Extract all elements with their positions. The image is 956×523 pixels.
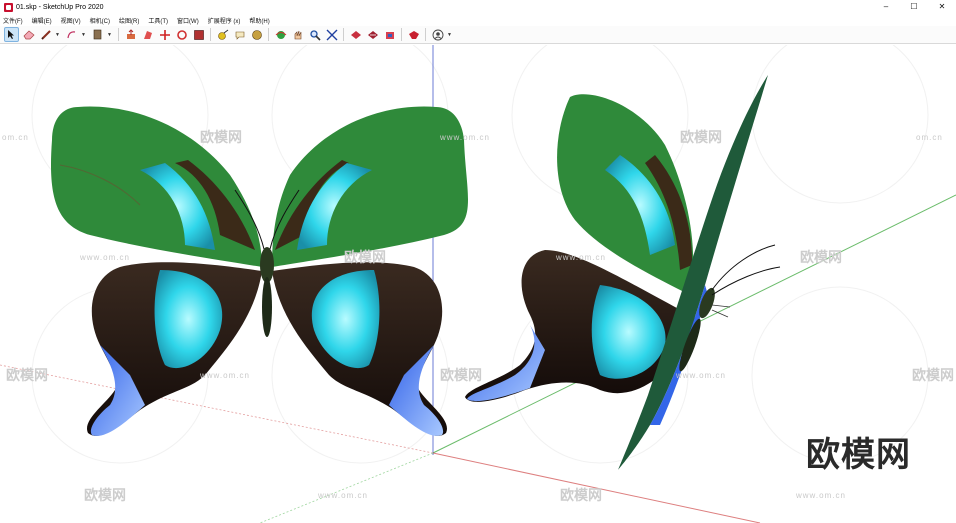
move-icon[interactable] — [157, 27, 172, 42]
watermark-brand: 欧模网 — [6, 367, 48, 383]
rotate-icon[interactable] — [174, 27, 189, 42]
toolbar-separator — [343, 28, 344, 41]
butterfly-front-view — [50, 106, 469, 436]
watermark-brand: 欧模网 — [440, 367, 482, 383]
watermark-brand: 欧模网 — [560, 487, 602, 503]
menu-file[interactable]: 文件(F) — [3, 16, 23, 25]
chevron-down-icon[interactable]: ▼ — [107, 32, 113, 38]
menu-camera[interactable]: 相机(C) — [90, 16, 110, 25]
window-title: 01.skp - SketchUp Pro 2020 — [16, 3, 104, 11]
section-plane-icon[interactable] — [348, 27, 363, 42]
watermark-url: www.om.cn — [318, 491, 368, 500]
eraser-icon[interactable] — [21, 27, 36, 42]
watermark-brand: 欧模网 — [800, 249, 842, 265]
watermark-brand: 欧模网 — [344, 249, 386, 265]
watermark-url: om.cn — [2, 133, 29, 142]
menu-tools[interactable]: 工具(T) — [148, 16, 168, 25]
butterfly-side-view — [465, 75, 781, 470]
modeling-viewport[interactable]: www.om.cn 欧模网 www.om.cn 欧模网 www.om.cn om… — [0, 45, 956, 523]
sketchup-app-icon — [4, 2, 13, 12]
maximize-button[interactable]: ☐ — [900, 0, 928, 14]
push-pull-icon[interactable] — [123, 27, 138, 42]
pencil-line-icon[interactable] — [38, 27, 53, 42]
watermark-url: www.om.cn — [676, 371, 726, 380]
scale-icon[interactable] — [191, 27, 206, 42]
components-icon[interactable] — [365, 27, 380, 42]
watermark-brand: 欧模网 — [200, 129, 242, 145]
menu-bar: 文件(F) 编辑(E) 视图(V) 相机(C) 绘图(R) 工具(T) 窗口(W… — [0, 14, 956, 26]
watermark-brand: 欧模网 — [680, 129, 722, 145]
menu-extensions[interactable]: 扩展程序 (x) — [208, 16, 241, 25]
watermark-url: www.om.cn — [200, 371, 250, 380]
menu-edit[interactable]: 编辑(E) — [32, 16, 52, 25]
watermark-url: www.om.cn — [796, 491, 846, 500]
orbit-icon[interactable] — [273, 27, 288, 42]
toolbar-separator — [401, 28, 402, 41]
chevron-down-icon[interactable]: ▼ — [81, 32, 87, 38]
follow-me-icon[interactable] — [140, 27, 155, 42]
menu-view[interactable]: 视图(V) — [61, 16, 81, 25]
toolbar-separator — [268, 28, 269, 41]
chevron-down-icon[interactable]: ▼ — [447, 32, 453, 38]
menu-window[interactable]: 窗口(W) — [177, 16, 199, 25]
menu-draw[interactable]: 绘图(R) — [119, 16, 139, 25]
paint-bucket-icon[interactable] — [90, 27, 105, 42]
toolbar-separator — [425, 28, 426, 41]
green-axis-dotted — [259, 452, 434, 523]
watermark-url: www.om.cn — [556, 253, 606, 262]
watermark-url: www.om.cn — [440, 133, 490, 142]
watermark-brand: 欧模网 — [84, 487, 126, 503]
watermark-brand: 欧模网 — [912, 367, 954, 383]
toolbar: ▼ ▼ ▼ ▼ — [0, 26, 956, 44]
warehouse-icon[interactable] — [382, 27, 397, 42]
toolbar-separator — [210, 28, 211, 41]
watermark-url: www.om.cn — [80, 253, 130, 262]
text-label-icon[interactable] — [232, 27, 247, 42]
dimension-icon[interactable] — [249, 27, 264, 42]
close-button[interactable]: ✕ — [928, 0, 956, 14]
zoom-icon[interactable] — [307, 27, 322, 42]
zoom-extents-icon[interactable] — [324, 27, 339, 42]
select-arrow-icon[interactable] — [4, 27, 19, 42]
title-bar: 01.skp - SketchUp Pro 2020 – ☐ ✕ — [0, 0, 956, 14]
brand-logo: 欧模网 — [806, 436, 911, 474]
watermark-url: om.cn — [916, 133, 943, 142]
chevron-down-icon[interactable]: ▼ — [55, 32, 61, 38]
window-controls: – ☐ ✕ — [872, 0, 956, 14]
minimize-button[interactable]: – — [872, 0, 900, 14]
toolbar-separator — [118, 28, 119, 41]
extension-warehouse-icon[interactable] — [406, 27, 421, 42]
user-account-icon[interactable] — [430, 27, 445, 42]
menu-help[interactable]: 帮助(H) — [249, 16, 269, 25]
tape-measure-icon[interactable] — [215, 27, 230, 42]
pan-icon[interactable] — [290, 27, 305, 42]
freehand-arc-icon[interactable] — [64, 27, 79, 42]
